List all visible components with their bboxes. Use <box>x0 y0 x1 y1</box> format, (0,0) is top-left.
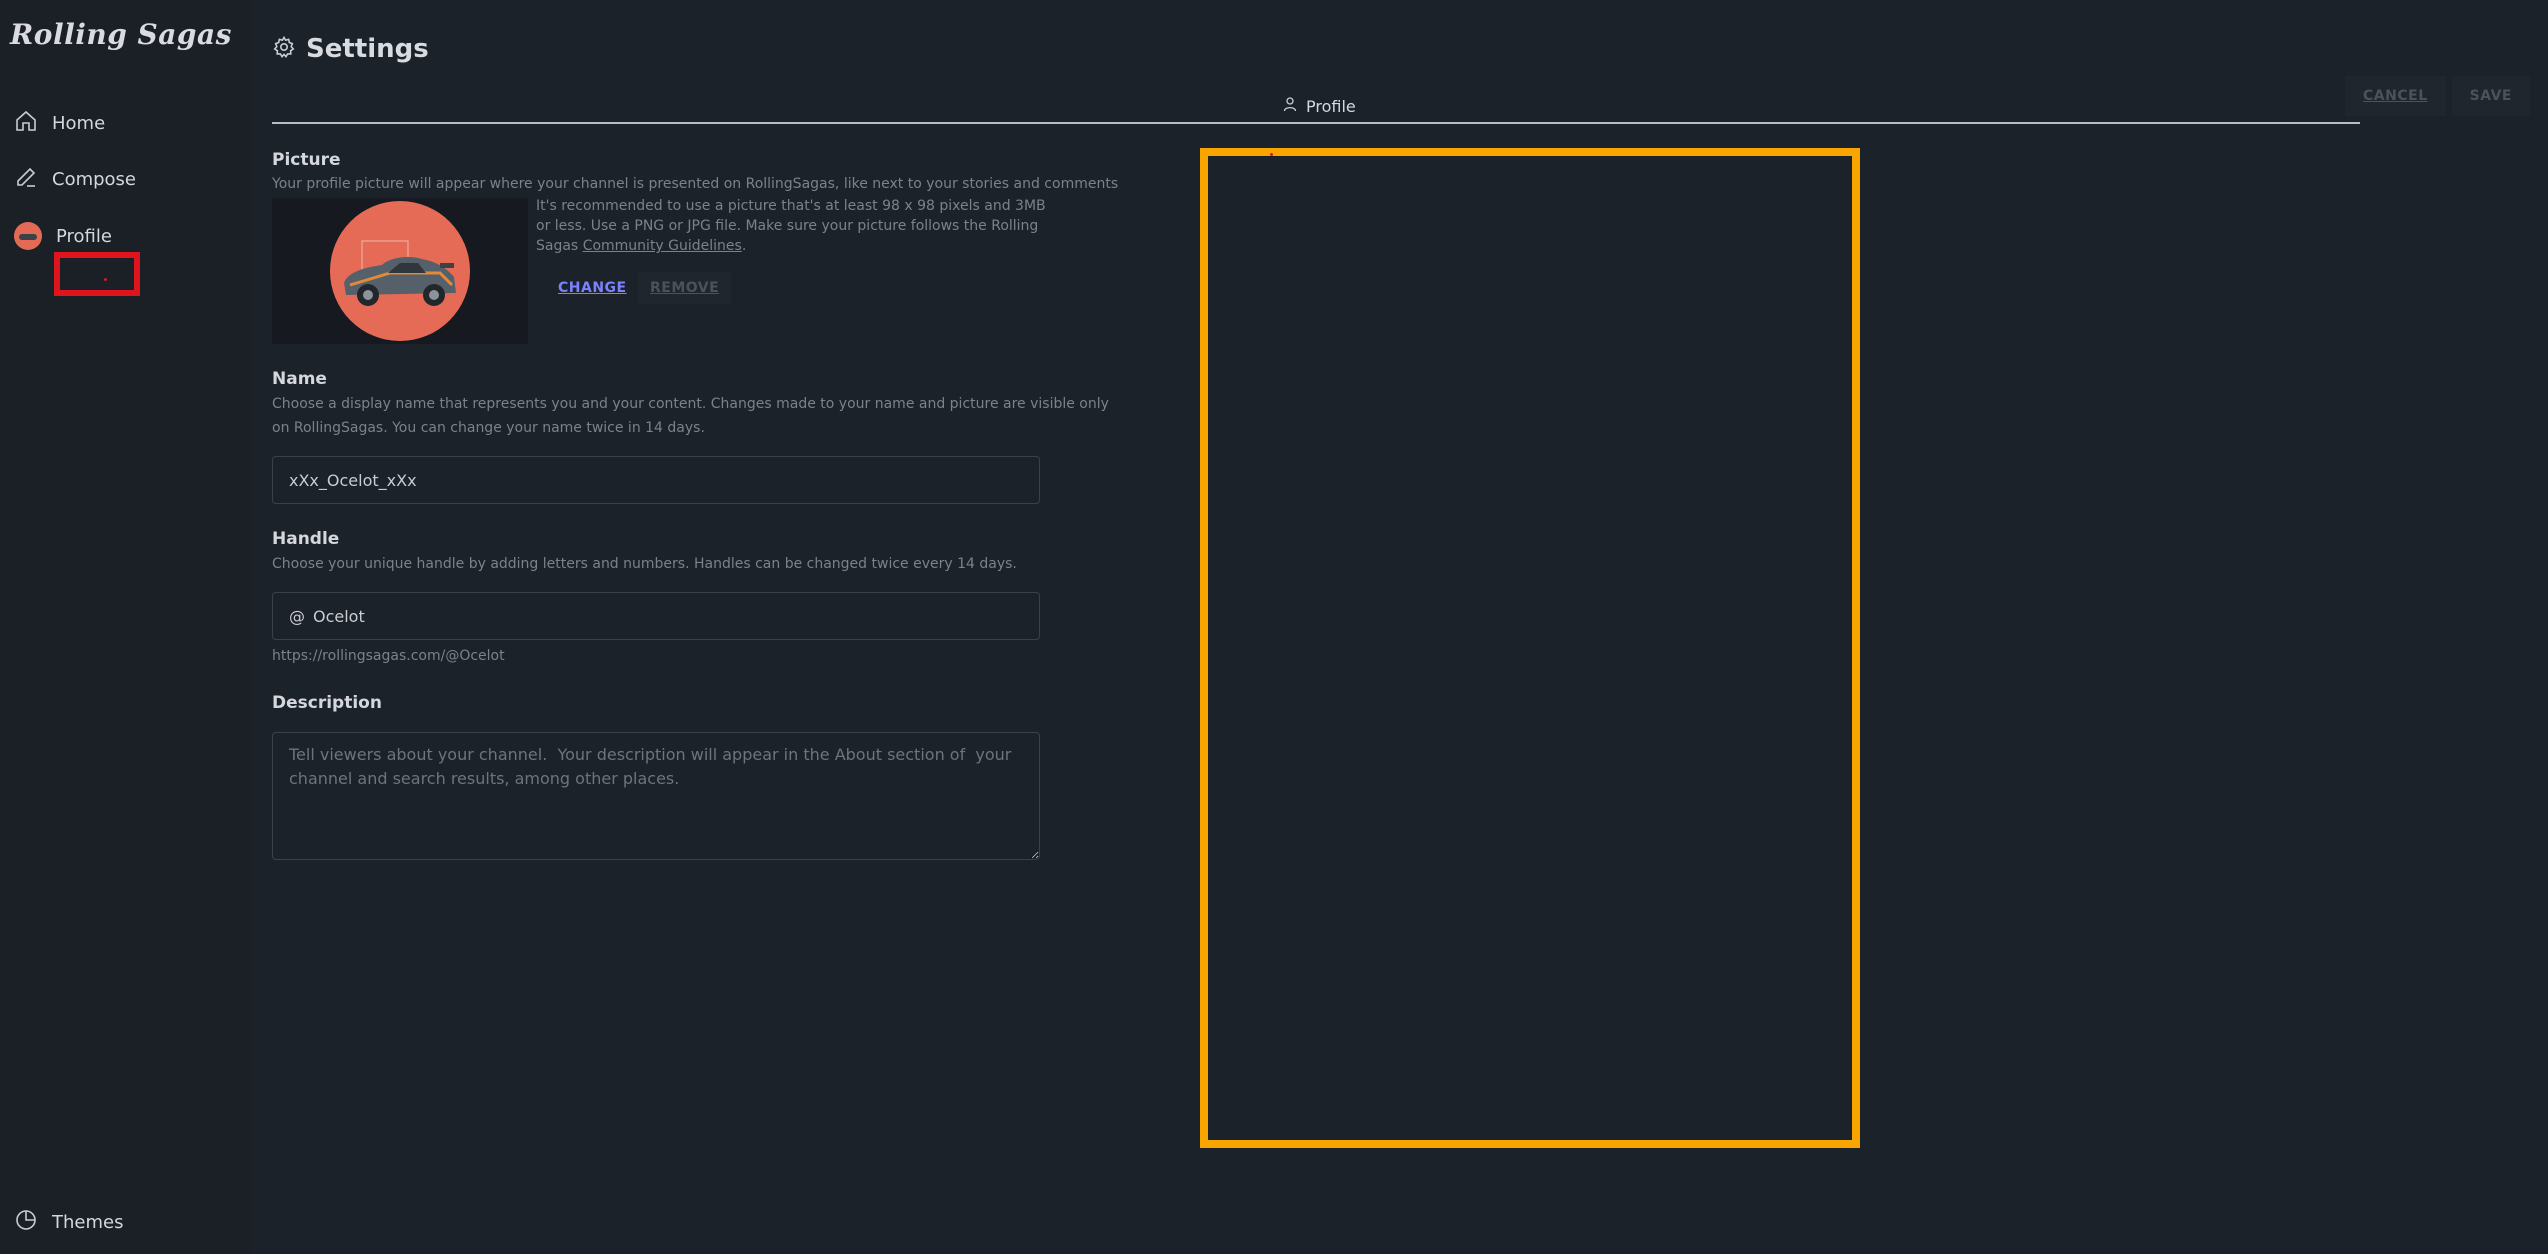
home-icon <box>14 109 38 138</box>
remove-picture-button[interactable]: REMOVE <box>638 272 732 304</box>
handle-description: Choose your unique handle by adding lett… <box>272 556 1017 572</box>
save-button[interactable]: SAVE <box>2451 76 2530 116</box>
tab-bar: Profile <box>272 92 2360 124</box>
profile-picture <box>330 201 470 341</box>
marker-dot <box>1270 153 1273 156</box>
picture-description: Your profile picture will appear where y… <box>272 176 1119 192</box>
community-guidelines-link[interactable]: Community Guidelines <box>583 238 742 254</box>
highlighted-subitem[interactable] <box>54 252 140 296</box>
sidebar-item-label: Home <box>52 112 106 134</box>
sidebar: Rolling Sagas Home Compose Profile Theme… <box>0 0 252 1254</box>
channel-url: https://rollingsagas.com/@Ocelot <box>272 648 505 664</box>
gear-icon <box>272 35 296 63</box>
palette-icon <box>14 1208 38 1237</box>
name-description-line-2: on RollingSagas. You can change your nam… <box>272 420 705 436</box>
cancel-button[interactable]: CANCEL <box>2345 76 2446 116</box>
handle-input[interactable] <box>311 605 1039 627</box>
sidebar-item-profile[interactable]: Profile <box>14 216 112 256</box>
sidebar-item-label: Compose <box>52 168 137 190</box>
description-label: Description <box>272 693 382 713</box>
form-actions: CANCEL SAVE <box>2345 76 2530 116</box>
tab-label: Profile <box>1306 96 1356 116</box>
sidebar-item-home[interactable]: Home <box>14 103 105 143</box>
main-content: Settings CANCEL SAVE Profile Picture You… <box>252 0 2548 1254</box>
handle-label: Handle <box>272 529 340 549</box>
picture-note-end: . <box>741 238 747 254</box>
sidebar-item-compose[interactable]: Compose <box>14 159 136 199</box>
sidebar-item-label: Profile <box>56 225 112 247</box>
sidebar-item-label: Themes <box>52 1211 124 1233</box>
name-label: Name <box>272 369 327 389</box>
picture-label: Picture <box>272 150 341 170</box>
tab-profile[interactable]: Profile <box>1282 96 1356 116</box>
sidebar-item-themes[interactable]: Themes <box>14 1202 123 1242</box>
user-icon <box>1282 96 1298 116</box>
pencil-icon <box>14 165 38 194</box>
description-textarea[interactable] <box>272 732 1040 860</box>
at-prefix: @ <box>289 606 305 626</box>
highlighted-panel[interactable] <box>1200 148 1860 1148</box>
name-input[interactable] <box>272 456 1040 504</box>
marker-dot <box>104 278 107 281</box>
change-picture-button[interactable]: CHANGE <box>552 275 633 301</box>
app-logo[interactable]: Rolling Sagas <box>10 18 232 51</box>
picture-guidelines: It's recommended to use a picture that's… <box>536 196 1056 256</box>
avatar <box>14 222 42 250</box>
profile-picture-preview <box>272 198 528 344</box>
page-title: Settings <box>306 34 429 64</box>
page-header: Settings <box>272 34 429 64</box>
name-description-line-1: Choose a display name that represents yo… <box>272 396 1109 412</box>
handle-field: @ <box>272 592 1040 640</box>
